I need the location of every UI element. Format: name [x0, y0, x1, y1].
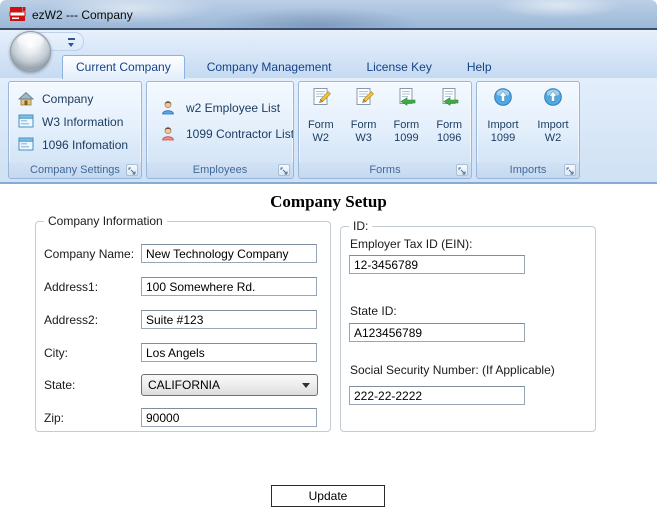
document-arrow-icon: [439, 87, 459, 107]
ribbon-group-forms: Form W2 Form W3 Form 1099 Form 1096 Form…: [298, 81, 472, 179]
dialog-launcher-icon[interactable]: [456, 164, 468, 176]
ribbon-item-1096-infomation[interactable]: 1096 Infomation: [9, 133, 141, 156]
ribbon-item-label: Form W2: [307, 119, 334, 144]
ribbon-item-label: Company: [42, 91, 94, 106]
document-edit-icon: [311, 87, 331, 107]
main-content: Company Setup Company Information Compan…: [0, 184, 657, 528]
address1-label: Address1:: [44, 280, 99, 294]
form-1099-button[interactable]: Form 1099: [385, 85, 427, 145]
dialog-launcher-icon[interactable]: [278, 164, 290, 176]
app-icon: [9, 6, 27, 23]
tab-current-company[interactable]: Current Company: [62, 55, 185, 79]
ribbon-item-label: Form 1099: [393, 119, 420, 144]
address1-input[interactable]: [141, 277, 317, 296]
quick-access-toolbar: [0, 30, 657, 52]
groupbox-legend: Company Information: [44, 214, 167, 228]
ribbon-group-title: Company Settings: [9, 162, 141, 178]
ein-label: Employer Tax ID (EIN):: [350, 237, 473, 251]
address2-label: Address2:: [44, 313, 99, 327]
zip-label: Zip:: [44, 411, 65, 425]
tab-help[interactable]: Help: [454, 56, 505, 78]
home-icon: [17, 91, 35, 107]
ribbon-item-1099-contractor-list[interactable]: 1099 Contractor List: [147, 121, 293, 147]
groupbox-legend: ID:: [349, 219, 373, 233]
city-input[interactable]: [141, 343, 317, 362]
ribbon-item-label: W3 Information: [42, 114, 124, 129]
ssn-label: Social Security Number: (If Applicable): [350, 363, 555, 377]
ribbon-item-label: Form 1096: [436, 119, 463, 144]
ribbon-group-imports: Import 1099 Import W2 Imports: [476, 81, 580, 179]
form-window-icon: [18, 114, 34, 130]
state-select-value: CALIFORNIA: [148, 378, 221, 392]
import-up-icon: [543, 87, 563, 107]
person-blue-icon: [160, 100, 176, 116]
ribbon-item-label: Import W2: [537, 119, 569, 144]
ribbon-item-label: Form W3: [350, 119, 377, 144]
state-id-label: State ID:: [350, 304, 397, 318]
address2-input[interactable]: [141, 310, 317, 329]
ribbon-group-title: Forms: [299, 162, 471, 178]
zip-input[interactable]: [141, 408, 317, 427]
qat-customize-button chevron-down-icon[interactable]: [68, 37, 76, 48]
app-window: ezW2 --- Company Current Company Company…: [0, 0, 657, 528]
ribbon-group-title: Imports: [477, 162, 579, 178]
document-arrow-icon: [396, 87, 416, 107]
ribbon-item-w3-information[interactable]: W3 Information: [9, 110, 141, 133]
tab-license-key[interactable]: License Key: [353, 56, 444, 78]
form-w2-button[interactable]: Form W2: [300, 85, 342, 145]
window-title: ezW2 --- Company: [32, 8, 133, 22]
document-edit-icon: [354, 87, 374, 107]
page-title: Company Setup: [270, 192, 387, 211]
ribbon: Company W3 Information 1096 Infomation C…: [0, 78, 657, 184]
ribbon-item-label: 1096 Infomation: [42, 137, 129, 152]
dialog-launcher-icon[interactable]: [564, 164, 576, 176]
ribbon-group-employees: w2 Employee List 1099 Contractor List Em…: [146, 81, 294, 179]
ribbon-item-w2-employee-list[interactable]: w2 Employee List: [147, 95, 293, 121]
ribbon-item-company[interactable]: Company: [9, 87, 141, 110]
ribbon-item-label: w2 Employee List: [186, 101, 281, 115]
titlebar[interactable]: ezW2 --- Company: [0, 0, 657, 30]
person-red-icon: [160, 126, 176, 142]
state-id-input[interactable]: [349, 323, 525, 342]
form-window-icon: [18, 137, 34, 153]
chevron-down-icon: [302, 383, 310, 388]
city-label: City:: [44, 346, 68, 360]
ein-input[interactable]: [349, 255, 525, 274]
ribbon-group-company-settings: Company W3 Information 1096 Infomation C…: [8, 81, 142, 179]
ribbon-group-title: Employees: [147, 162, 293, 178]
ribbon-tab-row: Current Company Company Management Licen…: [0, 52, 657, 79]
form-1096-button[interactable]: Form 1096: [428, 85, 470, 145]
company-name-input[interactable]: [141, 244, 317, 263]
import-up-icon: [493, 87, 513, 107]
company-name-label: Company Name:: [44, 247, 135, 261]
ribbon-item-label: Import 1099: [487, 119, 519, 144]
ssn-input[interactable]: [349, 386, 525, 405]
state-select[interactable]: CALIFORNIA: [141, 374, 318, 396]
id-groupbox: ID: Employer Tax ID (EIN): State ID: Soc…: [340, 219, 596, 432]
tab-company-management[interactable]: Company Management: [194, 56, 345, 78]
import-w2-button[interactable]: Import W2: [529, 85, 577, 145]
form-w3-button[interactable]: Form W3: [343, 85, 385, 145]
dialog-launcher-icon[interactable]: [126, 164, 138, 176]
ribbon-item-label: 1099 Contractor List: [186, 127, 294, 141]
application-menu-button[interactable]: [10, 31, 51, 72]
update-button[interactable]: Update: [271, 485, 385, 507]
state-label: State:: [44, 378, 76, 392]
import-1099-button[interactable]: Import 1099: [479, 85, 527, 145]
company-information-groupbox: Company Information Company Name: Addres…: [35, 214, 331, 432]
